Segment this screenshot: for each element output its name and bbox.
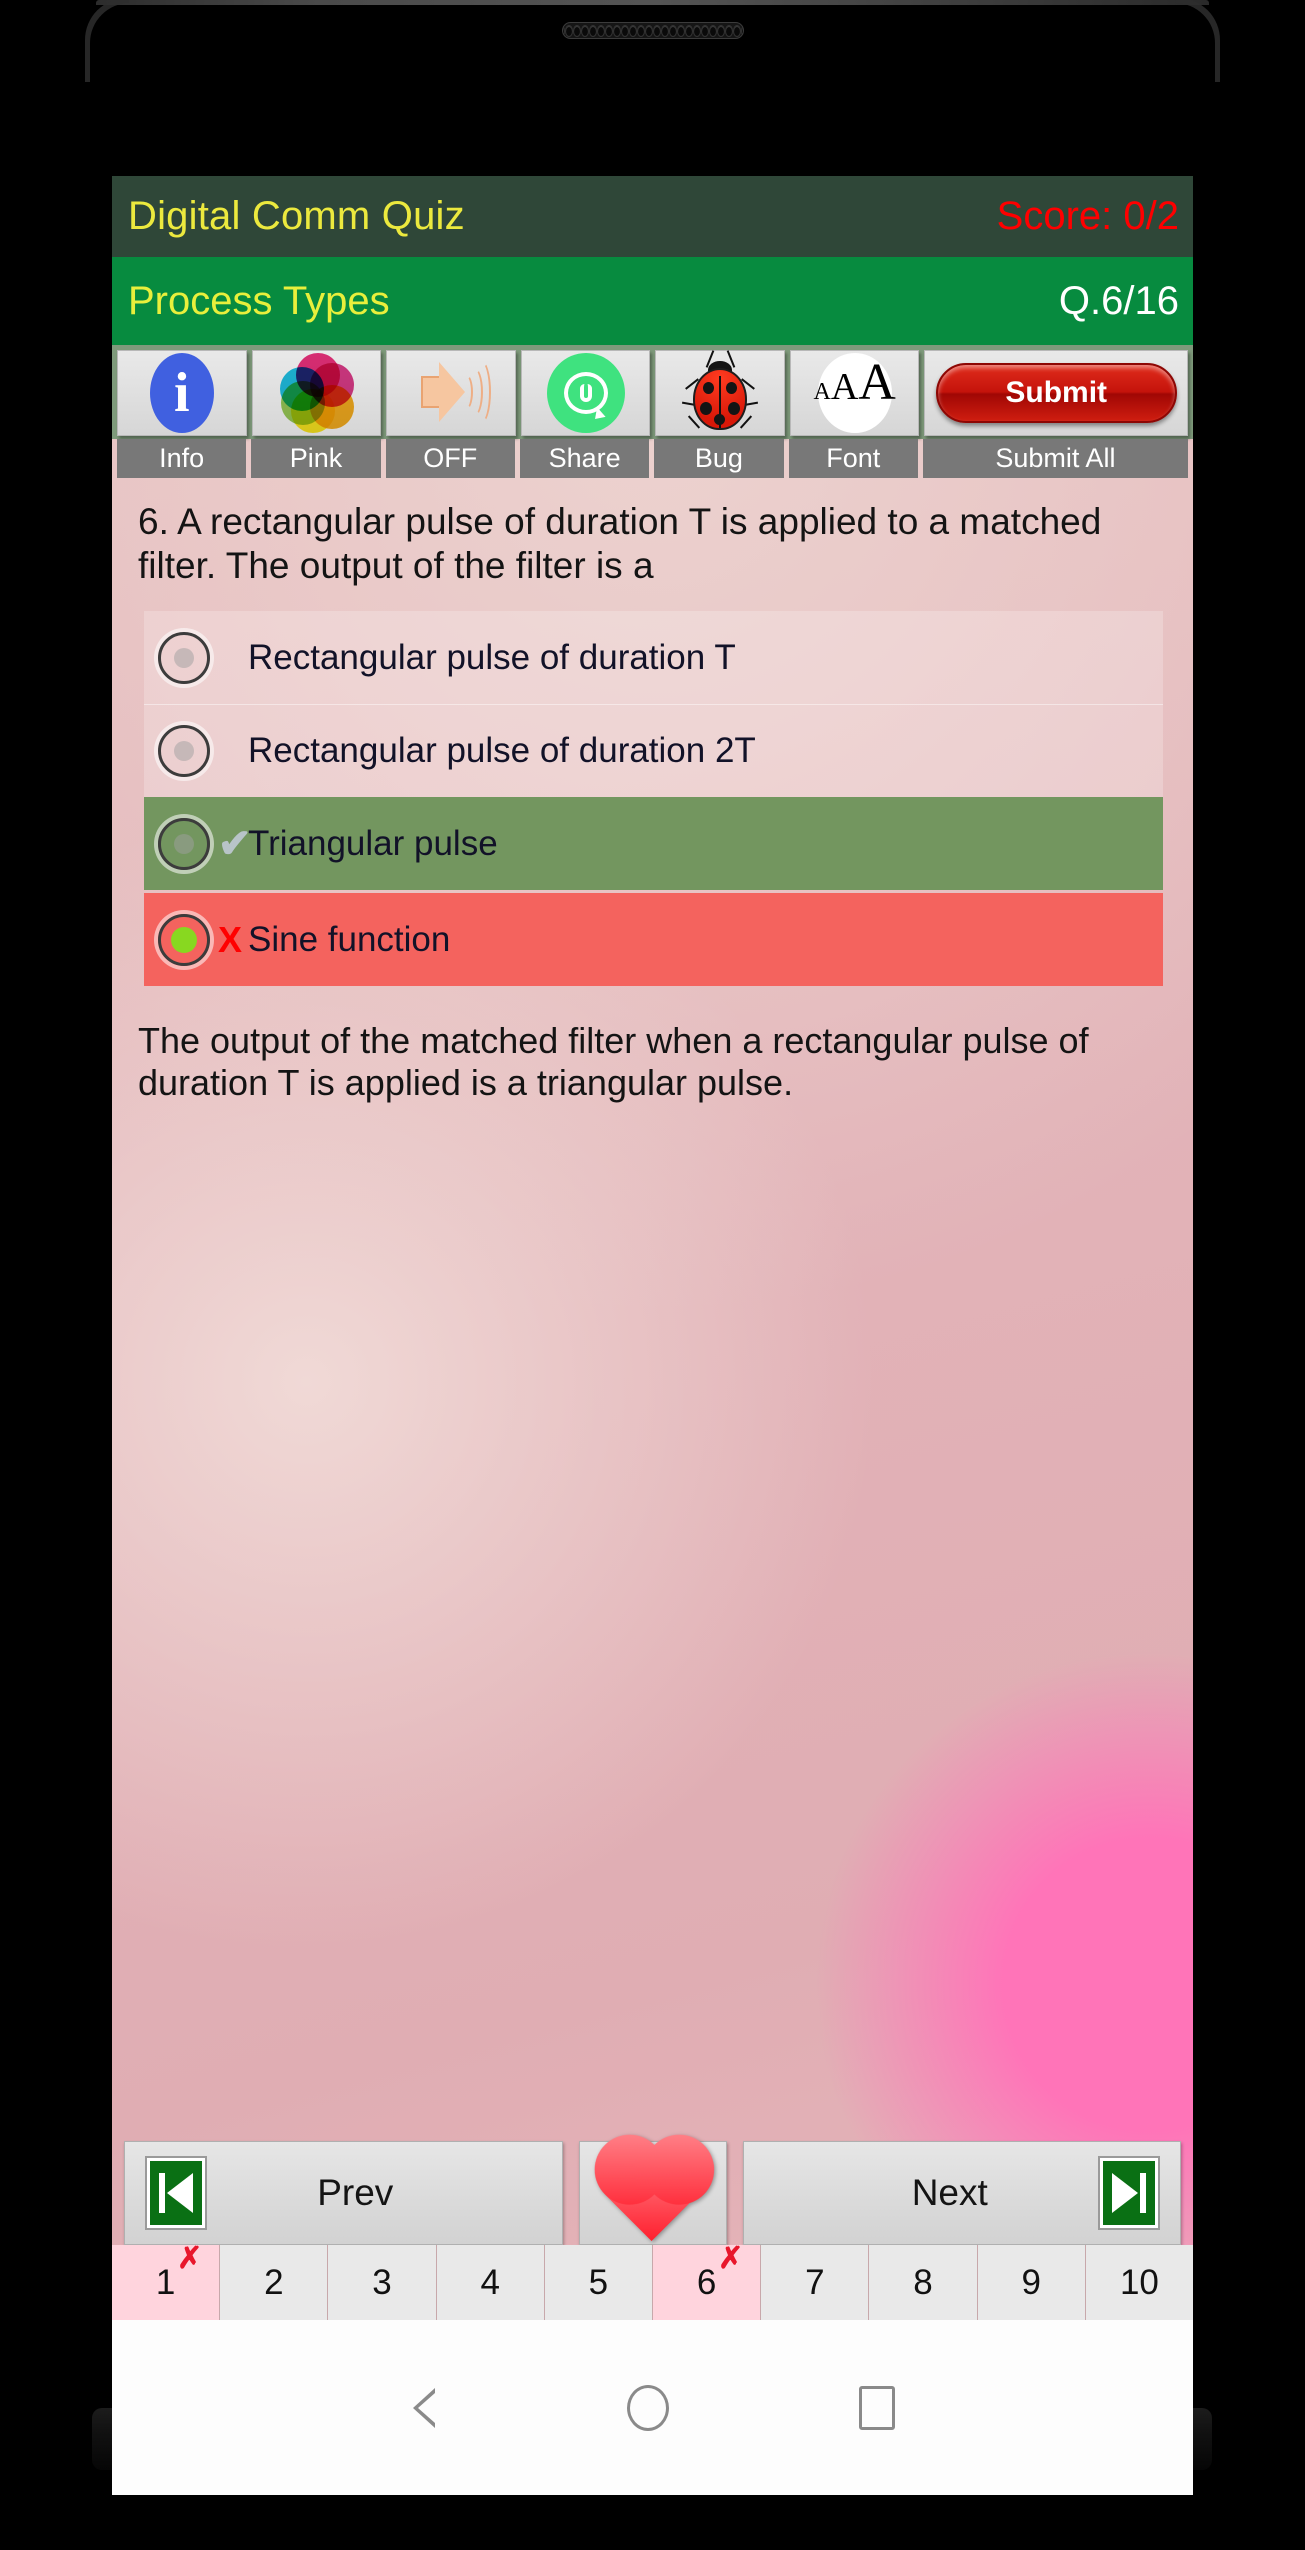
radio-button-icon-selected[interactable] (158, 913, 210, 966)
page-number: 4 (480, 2262, 500, 2302)
page-number: 5 (588, 2262, 609, 2302)
toolbar-labels: Info Pink OFF Share Bug Font Submit All (112, 439, 1193, 478)
prev-label: Prev (317, 2172, 394, 2213)
recents-icon[interactable] (858, 2385, 895, 2430)
explanation-text: The output of the matched filter when a … (138, 1020, 1089, 1104)
radio-button-icon[interactable] (158, 817, 210, 870)
submit-all-button[interactable]: Submit (924, 350, 1188, 436)
heart-icon (604, 2144, 701, 2242)
skip-previous-icon (145, 2156, 207, 2230)
page-number: 3 (372, 2262, 392, 2302)
toolbar-label-off: OFF (385, 439, 515, 478)
page-number: 9 (1021, 2262, 1041, 2302)
page-number: 10 (1119, 2262, 1159, 2302)
next-button[interactable]: Next (742, 2141, 1181, 2245)
page-cell[interactable]: 9 (977, 2245, 1086, 2320)
android-system-nav (112, 2320, 1193, 2495)
toolbar-label-share: Share (519, 439, 650, 478)
question-text: 6. A rectangular pulse of duration T is … (138, 501, 1102, 586)
page-number: 8 (913, 2262, 933, 2302)
radio-button-icon[interactable] (158, 725, 210, 778)
toolbar-label-bug: Bug (654, 439, 784, 478)
toolbar: i A A A Submit (112, 345, 1193, 439)
info-button[interactable]: i (117, 350, 247, 436)
page-cell[interactable]: 3 (328, 2245, 437, 2320)
page-number: 1 (155, 2262, 176, 2302)
toolbar-label-pink: Pink (251, 439, 381, 478)
skip-next-icon (1098, 2156, 1160, 2230)
page-cell[interactable]: 4 (436, 2245, 545, 2320)
page-number: 6 (696, 2262, 717, 2302)
page-wrong-icon: ✗ (718, 2242, 744, 2275)
app-screen: Digital Comm Quiz Score: 0/2 Process Typ… (112, 176, 1193, 2495)
correct-check-icon: ✔ (218, 821, 252, 866)
theme-color-button[interactable] (251, 350, 382, 436)
next-label: Next (911, 2172, 988, 2213)
whatsapp-share-icon (546, 353, 625, 433)
device-corner-right (1175, 3, 1215, 83)
page-cell[interactable]: 8 (869, 2245, 978, 2320)
toolbar-label-info: Info (117, 439, 247, 478)
option-label: Sine function (248, 919, 451, 959)
ladybug-icon (682, 350, 759, 434)
page-cell[interactable]: 5 (544, 2245, 654, 2320)
option-row[interactable]: Rectangular pulse of duration T (144, 611, 1163, 705)
page-cell[interactable]: 2 (220, 2245, 329, 2320)
device-corner-left (90, 3, 130, 83)
wrong-cross-icon: X (218, 918, 243, 960)
page-cell-current[interactable]: ✗ 6 (653, 2242, 762, 2320)
font-size-button[interactable]: AAA (789, 350, 920, 436)
page-number: 7 (805, 2262, 825, 2302)
option-label: Rectangular pulse of duration T (248, 637, 736, 677)
home-icon[interactable] (626, 2384, 669, 2431)
subtitle-bar: Process Types Q.6/16 (112, 257, 1193, 345)
toolbar-label-submit-all: Submit All (922, 439, 1188, 478)
question-counter: Q.6/16 (1058, 278, 1179, 323)
page-wrong-icon: ✗ (177, 2242, 203, 2275)
title-bar: Digital Comm Quiz Score: 0/2 (112, 176, 1193, 257)
device-frame: Digital Comm Quiz Score: 0/2 Process Typ… (0, 0, 1305, 2550)
options-list: Rectangular pulse of duration T Rectangu… (112, 611, 1193, 987)
page-number: 2 (264, 2262, 284, 2302)
info-icon: i (149, 353, 214, 433)
toolbar-label-font: Font (788, 439, 918, 478)
page-cell[interactable]: ✗ 1 (112, 2242, 221, 2320)
option-row-wrong[interactable]: X Sine function (144, 893, 1163, 987)
font-size-icon: AAA (814, 353, 896, 433)
topic-title: Process Types (128, 278, 390, 323)
device-top-rail (96, 0, 1209, 5)
score-text: Score: 0/2 (996, 194, 1179, 238)
favorite-button[interactable] (578, 2141, 727, 2245)
pagination: ✗ 1 2 3 4 5 ✗ 6 7 8 9 10 (112, 2242, 1193, 2320)
submit-label: Submit (935, 363, 1177, 423)
page-cell[interactable]: 7 (761, 2245, 870, 2320)
navigation-bar: Prev Next (112, 2141, 1193, 2245)
option-label: Triangular pulse (248, 823, 498, 863)
page-cell[interactable]: 10 (1085, 2245, 1193, 2320)
option-label: Rectangular pulse of duration 2T (248, 731, 756, 771)
speaker-icon (415, 354, 491, 432)
sound-toggle-button[interactable] (386, 350, 516, 436)
share-button[interactable] (520, 350, 651, 436)
prev-button[interactable]: Prev (124, 2141, 563, 2245)
bug-report-button[interactable] (655, 350, 785, 436)
option-row[interactable]: Rectangular pulse of duration 2T (144, 704, 1163, 798)
option-row-correct[interactable]: ✔ Triangular pulse (144, 797, 1163, 891)
back-icon[interactable] (411, 2384, 437, 2432)
color-palette-icon (280, 353, 355, 433)
radio-button-icon[interactable] (158, 631, 210, 684)
quiz-title: Digital Comm Quiz (128, 194, 465, 238)
earpiece-speaker-icon (561, 22, 744, 39)
